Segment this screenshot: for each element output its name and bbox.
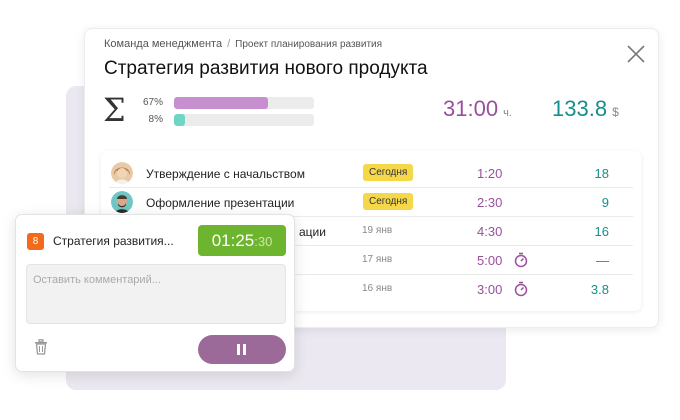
progress-percent-primary: 67% xyxy=(142,97,163,108)
progress-bar-primary xyxy=(174,97,314,109)
task-time: 1:20 xyxy=(477,166,503,181)
progress-percent-secondary: 8% xyxy=(148,114,163,125)
task-date: 17 янв xyxy=(362,254,393,265)
total-time-value: 31:00 xyxy=(443,96,499,121)
stopwatch-icon[interactable] xyxy=(514,252,528,268)
total-time: 31:00 ч. xyxy=(443,96,512,122)
task-time: 2:30 xyxy=(477,195,503,210)
pause-button[interactable] xyxy=(198,335,286,364)
pause-icon xyxy=(237,344,240,355)
total-amount-unit: $ xyxy=(612,105,619,119)
task-name: Оформление презентации xyxy=(146,196,295,210)
table-row[interactable]: Утверждение с начальством Сегодня 1:20 1… xyxy=(109,159,633,188)
timer-main: 01:25 xyxy=(211,231,255,250)
total-amount-value: 133.8 xyxy=(552,96,608,121)
task-name: Утверждение с начальством xyxy=(146,167,305,181)
avatar xyxy=(111,162,133,184)
breadcrumb-separator: / xyxy=(227,38,231,50)
comment-input[interactable] xyxy=(26,264,286,324)
progress-fill-primary xyxy=(174,97,268,109)
sum-icon: Σ xyxy=(103,91,126,129)
task-amount: 16 xyxy=(594,224,609,239)
total-time-unit: ч. xyxy=(503,107,512,119)
total-amount: 133.8 $ xyxy=(552,96,619,122)
task-date: 16 янв xyxy=(362,283,393,294)
close-icon[interactable] xyxy=(625,43,647,65)
task-amount: 3.8 xyxy=(590,282,609,297)
task-time: 5:00 xyxy=(477,253,503,268)
progress-fill-secondary xyxy=(174,114,186,126)
progress-bar-secondary xyxy=(174,114,314,126)
task-name: ации xyxy=(299,225,326,239)
due-badge: Сегодня xyxy=(363,164,414,181)
breadcrumb: Команда менеджмента / Проект планирования … xyxy=(104,38,382,50)
task-number-badge: 8 xyxy=(27,233,44,250)
breadcrumb-project[interactable]: Проект планирования развития xyxy=(235,39,382,50)
task-time: 3:00 xyxy=(477,282,503,297)
active-task-name[interactable]: Стратегия развития... xyxy=(53,234,174,248)
stopwatch-icon[interactable] xyxy=(514,281,528,297)
timer-seconds: :30 xyxy=(254,234,273,249)
task-time: 4:30 xyxy=(477,224,503,239)
due-badge: Сегодня xyxy=(363,193,414,210)
trash-icon[interactable] xyxy=(34,339,48,355)
task-amount: 18 xyxy=(594,166,609,181)
avatar xyxy=(111,191,133,213)
task-date: 19 янв xyxy=(362,225,393,236)
task-amount: 9 xyxy=(601,195,609,210)
breadcrumb-team[interactable]: Команда менеджмента xyxy=(104,38,222,50)
page-title: Стратегия развития нового продукта xyxy=(104,58,428,79)
timer-display: 01:25:30 xyxy=(198,225,286,256)
table-row[interactable]: Оформление презентации Сегодня 2:30 9 xyxy=(109,188,633,217)
task-amount: — xyxy=(596,253,609,268)
timer-popup: 8 Стратегия развития... 01:25:30 xyxy=(15,214,295,372)
pause-icon xyxy=(243,344,246,355)
